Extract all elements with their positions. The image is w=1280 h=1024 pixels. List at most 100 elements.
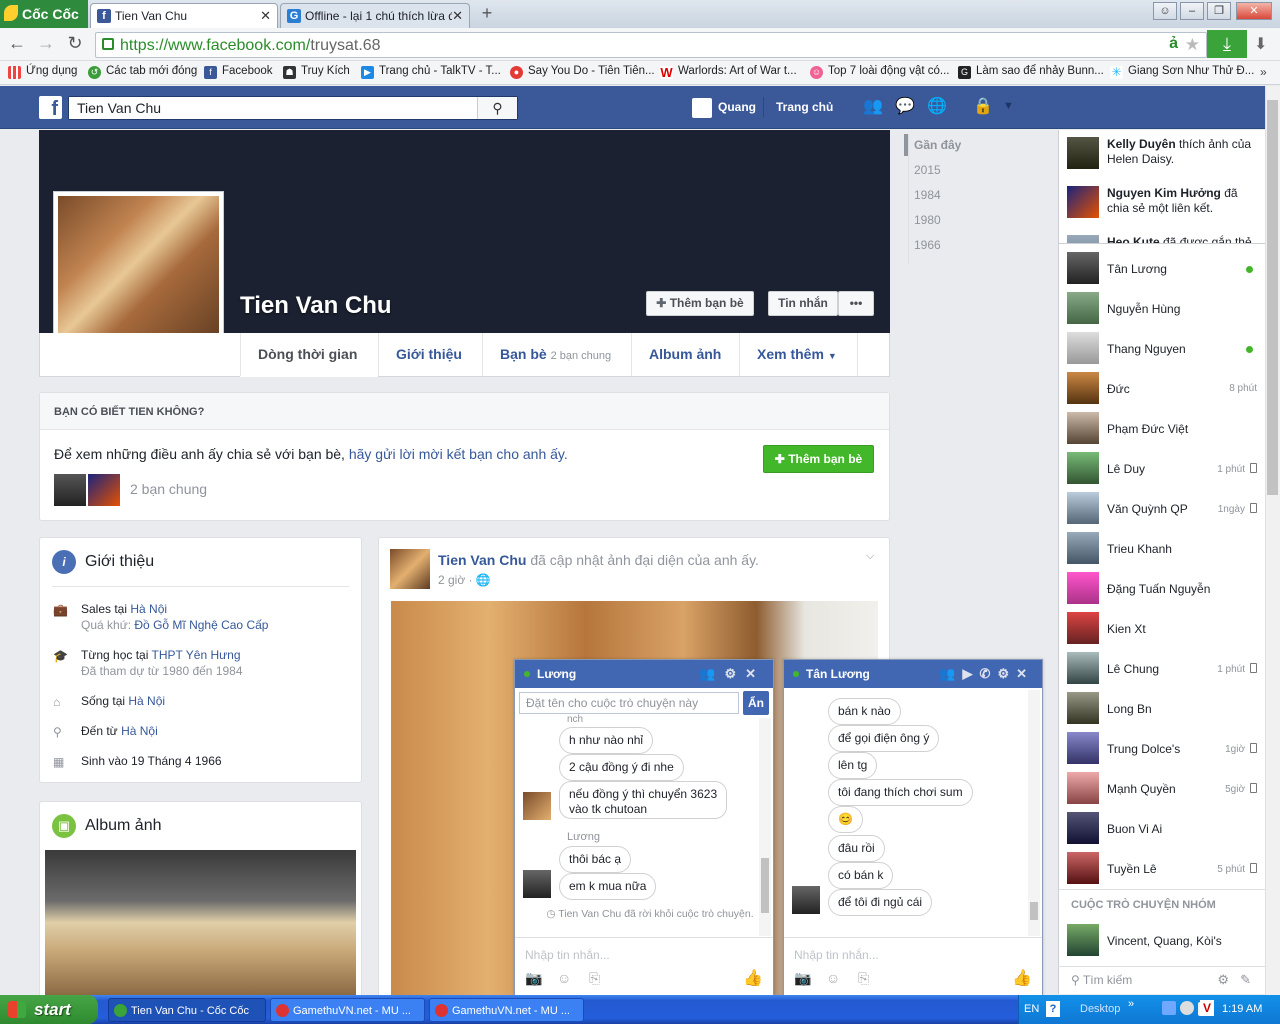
chat-contact[interactable]: Mạnh Quyền 5giờ	[1067, 772, 1257, 808]
sender-avatar[interactable]	[792, 886, 820, 914]
hide-button[interactable]: Ẩn	[743, 691, 769, 715]
messages-icon[interactable]: 💬	[894, 98, 916, 116]
new-tab-button[interactable]: +	[478, 3, 496, 25]
tab-more[interactable]: Xem thêm ▼	[757, 346, 837, 362]
back-arrow-icon[interactable]: ←	[6, 33, 28, 55]
bookmarks-overflow-icon[interactable]: »	[1260, 65, 1267, 79]
chat-input-area[interactable]: Nhập tin nhắn... 📷 ☺ ⎘ 👍	[784, 937, 1042, 996]
close-icon[interactable]: ✕	[745, 666, 765, 681]
chat-contact[interactable]: Tuyền Lê 5 phút	[1067, 852, 1257, 888]
add-friends-icon[interactable]: 👥	[699, 666, 724, 681]
bookmark-star-icon[interactable]: ★	[1185, 35, 1200, 55]
chat-contact[interactable]: Nguyễn Hùng	[1067, 292, 1257, 328]
desktop-toolbar[interactable]: Desktop	[1080, 1003, 1120, 1015]
bookmark-facebook[interactable]: f Facebook	[204, 65, 273, 79]
year-recent[interactable]: Gần đây	[914, 138, 961, 152]
restore-icon[interactable]: ❐	[1207, 2, 1231, 20]
profile-name[interactable]: Tien Van Chu	[240, 292, 392, 320]
chat-contact[interactable]: Đặng Tuấn Nguyễn	[1067, 572, 1257, 608]
video-call-icon[interactable]: ▶	[963, 666, 980, 681]
bookmark-bunny[interactable]: G Làm sao để nhảy Bunn...	[958, 65, 1104, 79]
sender-avatar[interactable]	[523, 870, 551, 898]
bookmark-top-7[interactable]: ☺ Top 7 loài động vật có...	[810, 65, 949, 79]
group-chat[interactable]: Vincent, Quang, Kòi's	[1067, 924, 1257, 960]
search-icon[interactable]: ⚲	[477, 97, 517, 119]
chat-contact[interactable]: Phạm Đức Việt	[1067, 412, 1257, 448]
year-1984[interactable]: 1984	[914, 188, 941, 202]
tab-friends[interactable]: Bạn bè 2 bạn chung	[500, 346, 611, 362]
user-avatar[interactable]	[692, 98, 712, 118]
close-tab-icon[interactable]: ✕	[260, 8, 271, 24]
toolbar-expand-icon[interactable]: »	[1128, 998, 1134, 1010]
bookmark-talktv[interactable]: ▶ Trang chủ - TalkTV - T...	[361, 65, 501, 79]
attach-icon[interactable]: ⎘	[589, 970, 600, 987]
start-button[interactable]: start	[0, 995, 98, 1024]
camera-icon[interactable]: 📷	[525, 970, 542, 987]
user-profile-icon[interactable]: ☺	[1153, 2, 1177, 20]
chat-header[interactable]: Lương 👥⚙✕	[515, 660, 773, 688]
chat-scrollbar-thumb[interactable]	[1030, 902, 1038, 920]
new-message-icon[interactable]: ✎	[1240, 972, 1251, 988]
bookmark-apps[interactable]: Ứng dụng	[8, 65, 77, 79]
bookmark-say-you-do[interactable]: ● Say You Do - Tiên Tiên...	[510, 65, 655, 79]
mutual-friend-avatar[interactable]	[54, 474, 86, 506]
conversation-name-field[interactable]: Đặt tên cho cuộc trò chuyện này	[519, 692, 739, 714]
tray-app-icon[interactable]	[1180, 1001, 1194, 1015]
help-icon[interactable]: ?	[1046, 1001, 1060, 1017]
browser-brand-logo[interactable]: Cốc Cốc	[0, 0, 88, 28]
chat-contact[interactable]: Tân Lương	[1067, 252, 1257, 288]
taskbar-item-gamethuvn-1[interactable]: GamethuVN.net - MU ...	[270, 998, 425, 1022]
download-button[interactable]: ⤓	[1207, 30, 1247, 58]
tab-timeline[interactable]: Dòng thời gian	[258, 346, 357, 362]
chat-scrollbar-thumb[interactable]	[761, 858, 769, 913]
add-friend-green-button[interactable]: ✚ Thêm bạn bè	[763, 445, 874, 473]
taskbar-item-gamethuvn-2[interactable]: GamethuVN.net - MU ...	[429, 998, 584, 1022]
chat-contact[interactable]: Buon Vi Ai	[1067, 812, 1257, 848]
chat-contact[interactable]: Trieu Khanh	[1067, 532, 1257, 568]
close-window-icon[interactable]: ✕	[1236, 2, 1272, 20]
chat-contact[interactable]: Văn Quỳnh QP 1ngày	[1067, 492, 1257, 528]
gear-icon[interactable]: ⚙	[724, 666, 745, 681]
chat-contact[interactable]: Thang Nguyen	[1067, 332, 1257, 368]
language-indicator[interactable]: EN	[1024, 1003, 1039, 1015]
mutual-friend-avatar[interactable]	[88, 474, 120, 506]
post-author-link[interactable]: Tien Van Chu	[438, 552, 526, 568]
chat-contact[interactable]: Kien Xt	[1067, 612, 1257, 648]
search-input[interactable]	[69, 97, 469, 119]
chat-scrollbar[interactable]	[759, 718, 771, 936]
close-icon[interactable]: ✕	[1016, 666, 1034, 681]
album-photo[interactable]	[45, 850, 356, 995]
attach-icon[interactable]: ⎘	[858, 970, 869, 987]
tab-facebook-profile[interactable]: f Tien Van Chu ✕	[90, 3, 278, 28]
ticker-item[interactable]: Kelly Duyên thích ảnh của Helen Daisy.	[1067, 137, 1257, 169]
add-friend-button[interactable]: ✚ Thêm bạn bè	[646, 291, 754, 316]
add-friends-icon[interactable]: 👥	[939, 666, 962, 681]
v-app-icon[interactable]: V	[1200, 1000, 1214, 1016]
bookmark-warlords[interactable]: W Warlords: Art of War t...	[660, 65, 797, 79]
address-bar[interactable]: https://www.facebook.com/truysat.68 ả ★	[95, 32, 1207, 58]
emoji-icon[interactable]: ☺	[826, 970, 840, 986]
chat-contact[interactable]: Lê Duy 1 phút	[1067, 452, 1257, 488]
forward-arrow-icon[interactable]: →	[35, 33, 57, 55]
vietnamese-input-icon[interactable]: ả	[1169, 35, 1178, 53]
gear-icon[interactable]: ⚙	[997, 666, 1016, 681]
bookmark-recent-tabs[interactable]: ↺ Các tab mới đóng	[88, 65, 197, 79]
bookmark-truy-kich[interactable]: ☗ Truy Kích	[283, 65, 350, 79]
ticker-item[interactable]: Nguyen Kim Hưởng đã chia sẻ một liên kết…	[1067, 186, 1257, 218]
tab-offline[interactable]: G Offline - lại 1 chú thích lừa đả ✕	[280, 3, 470, 28]
chat-contact[interactable]: Trung Dolce's 1giờ	[1067, 732, 1257, 768]
like-thumb-icon[interactable]: 👍	[1012, 968, 1032, 988]
minimize-icon[interactable]: –	[1180, 2, 1204, 20]
year-1966[interactable]: 1966	[914, 238, 941, 252]
page-scrollbar-thumb[interactable]	[1267, 100, 1278, 495]
ticker-item[interactable]: Heo Kute đã được gắn thẻ	[1067, 235, 1257, 243]
post-timestamp[interactable]: 2 giờ · 🌐	[438, 573, 491, 587]
tab-photos[interactable]: Album ảnh	[649, 346, 721, 362]
nav-home-link[interactable]: Trang chủ	[776, 100, 833, 114]
emoji-icon[interactable]: ☺	[557, 970, 571, 986]
send-friend-request-link[interactable]: hãy gửi lời mời kết bạn cho anh ấy.	[349, 446, 568, 462]
tab-about[interactable]: Giới thiệu	[396, 346, 462, 362]
chat-contact[interactable]: Lê Chung 1 phút	[1067, 652, 1257, 688]
download-arrow-icon[interactable]: ⬇	[1254, 34, 1267, 54]
more-options-button[interactable]: •••	[838, 291, 874, 316]
